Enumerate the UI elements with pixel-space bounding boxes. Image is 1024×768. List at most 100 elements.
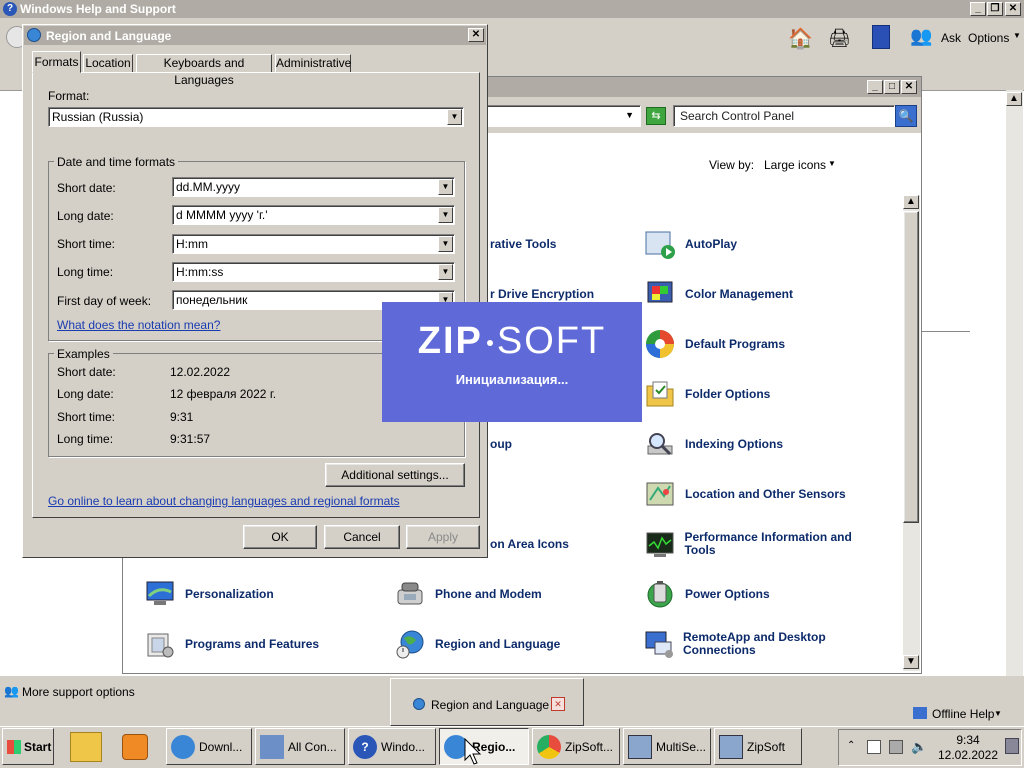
address-bar[interactable]: ▼ bbox=[483, 105, 641, 127]
cp-item-performance[interactable]: Performance Information and Tools bbox=[643, 527, 883, 561]
ex-short-time-label: Short time: bbox=[57, 410, 116, 424]
show-desktop-icon[interactable] bbox=[1005, 738, 1019, 754]
taskbar-preview[interactable]: Region and Language ✕ bbox=[390, 678, 584, 726]
short-date-select[interactable]: dd.MM.yyyy ▼ bbox=[172, 177, 455, 197]
taskbar-item-zipsoft[interactable]: ZipSoft bbox=[714, 728, 802, 765]
close-button[interactable]: ✕ bbox=[1005, 2, 1021, 16]
taskbar-item-zipsoft-chrome[interactable]: ZipSoft... bbox=[532, 728, 620, 765]
network-icon[interactable] bbox=[889, 740, 903, 754]
close-button[interactable]: ✕ bbox=[468, 28, 484, 42]
explorer-icon[interactable] bbox=[70, 732, 102, 762]
chevron-down-icon[interactable]: ▼ bbox=[828, 159, 836, 168]
cp-partial-item[interactable]: rative Tools bbox=[490, 238, 556, 251]
cp-item-programs-features[interactable]: Programs and Features bbox=[143, 627, 383, 661]
mouse-cursor-icon bbox=[464, 738, 482, 765]
scroll-up-button[interactable]: ▲ bbox=[903, 195, 919, 209]
chevron-down-icon[interactable]: ▼ bbox=[438, 264, 453, 280]
performance-icon bbox=[643, 527, 676, 561]
cp-item-phone-modem[interactable]: Phone and Modem bbox=[393, 577, 633, 611]
cp-item-power-options[interactable]: Power Options bbox=[643, 577, 883, 611]
short-date-label: Short date: bbox=[57, 181, 116, 195]
cp-item-location-sensors[interactable]: Location and Other Sensors bbox=[643, 477, 883, 511]
minimize-button[interactable]: _ bbox=[970, 2, 986, 16]
cp-partial-item[interactable]: r Drive Encryption bbox=[490, 288, 594, 301]
refresh-icon[interactable]: ⇆ bbox=[646, 107, 666, 125]
print-icon[interactable]: 🖨 bbox=[828, 28, 851, 49]
cp-item-autoplay[interactable]: AutoPlay bbox=[643, 227, 883, 261]
close-icon[interactable]: ✕ bbox=[551, 697, 565, 711]
ask-label[interactable]: Ask bbox=[941, 31, 961, 45]
additional-settings-button[interactable]: Additional settings... bbox=[325, 463, 465, 487]
chevron-down-icon[interactable]: ▼ bbox=[438, 207, 453, 223]
cp-partial-item[interactable]: on Area Icons bbox=[490, 538, 569, 551]
chevron-down-icon[interactable]: ▼ bbox=[994, 709, 1002, 718]
cp-item-personalization[interactable]: Personalization bbox=[143, 577, 383, 611]
format-label: Format: bbox=[48, 89, 90, 103]
taskbar-item-help[interactable]: ? Windo... bbox=[348, 728, 436, 765]
offline-help-label[interactable]: Offline Help bbox=[932, 707, 994, 721]
preview-label: Region and Language bbox=[431, 698, 550, 712]
format-select[interactable]: Russian (Russia) ▼ bbox=[48, 107, 464, 127]
short-time-select[interactable]: H:mm ▼ bbox=[172, 234, 455, 254]
tab-location[interactable]: Location bbox=[83, 54, 133, 73]
taskbar-item-multiset[interactable]: MultiSe... bbox=[623, 728, 711, 765]
chevron-down-icon[interactable]: ▼ bbox=[438, 179, 453, 195]
action-center-icon[interactable] bbox=[867, 740, 881, 754]
more-support-options[interactable]: More support options bbox=[22, 685, 135, 699]
chevron-down-icon[interactable]: ▼ bbox=[447, 109, 462, 125]
cp-item-region-language[interactable]: Region and Language bbox=[393, 627, 633, 661]
scroll-thumb[interactable] bbox=[903, 211, 919, 523]
scroll-down-button[interactable]: ▼ bbox=[903, 655, 919, 669]
cp-item-indexing-options[interactable]: Indexing Options bbox=[643, 427, 883, 461]
apply-button[interactable]: Apply bbox=[406, 525, 480, 549]
search-icon[interactable]: 🔍 bbox=[895, 105, 917, 127]
search-input[interactable]: Search Control Panel bbox=[673, 105, 895, 127]
cp-scrollbar[interactable]: ▲ ▼ bbox=[903, 195, 920, 671]
chevron-down-icon[interactable]: ▼ bbox=[438, 236, 453, 252]
cancel-button[interactable]: Cancel bbox=[324, 525, 400, 549]
home-icon[interactable]: 🏠 bbox=[788, 26, 813, 51]
tab-panel: Format: Russian (Russia) ▼ Date and time… bbox=[32, 72, 480, 518]
maximize-button[interactable]: □ bbox=[884, 80, 900, 94]
cp-partial-item[interactable]: oup bbox=[490, 438, 512, 451]
cp-item-default-programs[interactable]: Default Programs bbox=[643, 327, 883, 361]
online-link[interactable]: Go online to learn about changing langua… bbox=[48, 494, 400, 508]
clock-time[interactable]: 9:34 bbox=[943, 733, 993, 747]
notation-link[interactable]: What does the notation mean? bbox=[57, 318, 220, 332]
media-player-icon[interactable] bbox=[122, 734, 148, 760]
chevron-down-icon[interactable]: ▼ bbox=[625, 110, 634, 120]
view-by-value[interactable]: Large icons bbox=[764, 158, 826, 172]
clock-date[interactable]: 12.02.2022 bbox=[935, 748, 1001, 762]
long-date-select[interactable]: d MMMM yyyy 'г.' ▼ bbox=[172, 205, 455, 225]
options-label[interactable]: Options bbox=[968, 31, 1009, 45]
taskbar-item-download[interactable]: Downl... bbox=[166, 728, 252, 765]
restore-button[interactable]: ❐ bbox=[987, 2, 1003, 16]
ex-short-time-value: 9:31 bbox=[170, 410, 194, 424]
taskbar-item-control-panel[interactable]: All Con... bbox=[255, 728, 345, 765]
help-scrollbar[interactable]: ▲ bbox=[1006, 90, 1023, 676]
taskbar-item-region[interactable]: Regio... bbox=[439, 728, 529, 765]
chevron-down-icon[interactable]: ▼ bbox=[1013, 31, 1021, 40]
ok-button[interactable]: OK bbox=[243, 525, 317, 549]
chevron-up-icon[interactable]: ⌃ bbox=[847, 740, 855, 751]
long-time-select[interactable]: H:mm:ss ▼ bbox=[172, 262, 455, 282]
tab-administrative[interactable]: Administrative bbox=[275, 54, 351, 73]
support-icon: 👥 bbox=[4, 684, 19, 698]
volume-icon[interactable]: 🔈 bbox=[911, 739, 927, 755]
ask-icon[interactable]: 👥 bbox=[910, 26, 932, 47]
cp-item-folder-options[interactable]: Folder Options bbox=[643, 377, 883, 411]
autoplay-icon bbox=[643, 227, 677, 261]
cp-item-remoteapp[interactable]: RemoteApp and Desktop Connections bbox=[643, 627, 883, 661]
minimize-button[interactable]: _ bbox=[867, 80, 883, 94]
examples-label: Examples bbox=[54, 347, 113, 361]
tab-formats[interactable]: Formats bbox=[32, 51, 81, 73]
browse-help-icon[interactable] bbox=[872, 25, 890, 49]
tab-keyboards-languages[interactable]: Keyboards and Languages bbox=[136, 54, 272, 87]
system-tray: ⌃ 🔈 9:34 12.02.2022 bbox=[838, 729, 1022, 766]
cp-item-color-management[interactable]: Color Management bbox=[643, 277, 883, 311]
start-button[interactable]: Start bbox=[2, 728, 54, 765]
power-options-icon bbox=[643, 577, 677, 611]
close-button[interactable]: ✕ bbox=[901, 80, 917, 94]
control-panel-icon bbox=[260, 734, 284, 759]
help-icon: ? bbox=[353, 734, 377, 759]
